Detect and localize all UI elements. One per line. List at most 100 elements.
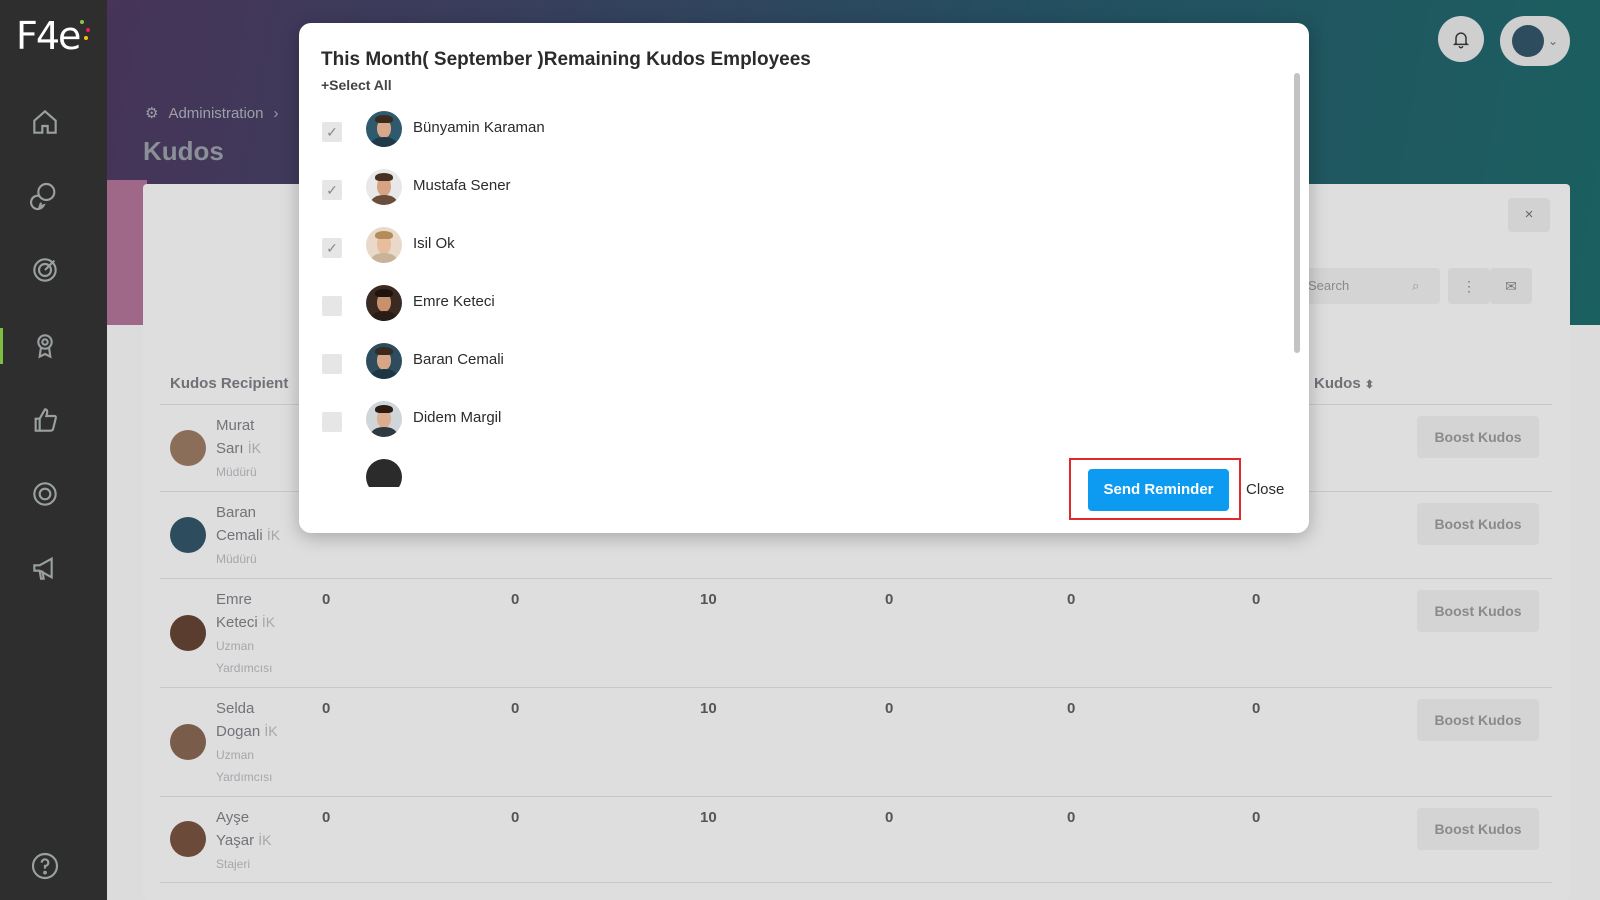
search-icon: ⌕ xyxy=(1412,278,1420,293)
divider xyxy=(160,882,1552,883)
boost-kudos-button[interactable]: Boost Kudos xyxy=(1417,808,1539,850)
nav-target-icon[interactable] xyxy=(27,252,63,288)
value-cell: 0 xyxy=(511,700,520,717)
search-placeholder: Search xyxy=(1308,278,1350,293)
value-cell: 10 xyxy=(700,700,717,717)
modal-title: This Month( September )Remaining Kudos E… xyxy=(321,49,811,70)
employee-name: Emre Keteci xyxy=(413,293,495,310)
value-cell: 0 xyxy=(1252,809,1261,826)
value-cell: 0 xyxy=(885,700,894,717)
table-row: Selda Dogan İK Uzman Yardımcısı 0 0 10 0 … xyxy=(160,688,1552,796)
boost-kudos-button[interactable]: Boost Kudos xyxy=(1417,590,1539,632)
boost-kudos-button[interactable]: Boost Kudos xyxy=(1417,416,1539,458)
nav-megaphone-icon[interactable] xyxy=(27,550,63,586)
more-options-icon[interactable]: ⋮ xyxy=(1448,268,1490,304)
value-cell: 0 xyxy=(1252,591,1261,608)
list-item[interactable]: Emre Keteci xyxy=(299,281,1279,331)
employee-checkbox[interactable]: ✓ xyxy=(322,238,342,258)
value-cell: 10 xyxy=(700,809,717,826)
value-cell: 0 xyxy=(511,809,520,826)
avatar xyxy=(170,517,206,553)
employee-name: Didem Margil xyxy=(413,409,502,426)
avatar xyxy=(366,111,402,147)
send-reminder-button[interactable]: Send Reminder xyxy=(1088,469,1229,511)
page-title: Kudos xyxy=(143,136,224,166)
value-cell: 0 xyxy=(322,591,331,608)
breadcrumb-administration[interactable]: Administration xyxy=(168,105,263,122)
list-item[interactable]: Didem Margil xyxy=(299,397,1279,447)
employee-checkbox[interactable] xyxy=(322,296,342,316)
recipient-role: Uzman Yardımcısı xyxy=(216,639,273,675)
avatar xyxy=(170,724,206,760)
list-item[interactable]: ✓ Mustafa Sener xyxy=(299,165,1279,215)
recipient-role: Müdürü xyxy=(216,552,257,566)
col-kudos-recipient[interactable]: Kudos Recipient xyxy=(170,375,288,392)
recipient-role: Uzman Yardımcısı xyxy=(216,748,273,784)
recipient-name: Selda Dogan İK xyxy=(216,700,278,740)
avatar xyxy=(366,459,402,487)
col-kudos[interactable]: Kudos ⬍ xyxy=(1314,375,1374,392)
recipient-role: Stajeri xyxy=(216,857,251,871)
recipient-name: Baran Cemali İK xyxy=(216,504,281,544)
card-close-button[interactable]: × xyxy=(1508,198,1550,232)
employee-checkbox[interactable] xyxy=(322,412,342,432)
nav-thumbs-up-icon[interactable] xyxy=(27,402,63,438)
nav-settings-icon[interactable] xyxy=(27,476,63,512)
employee-name: Isil Ok xyxy=(413,235,455,252)
avatar xyxy=(366,343,402,379)
value-cell: 0 xyxy=(322,809,331,826)
app-logo[interactable]: F4e xyxy=(16,14,81,58)
value-cell: 0 xyxy=(1067,809,1076,826)
avatar xyxy=(366,285,402,321)
list-item[interactable]: ✓ Bünyamin Karaman xyxy=(299,107,1279,157)
nav-kudos-icon[interactable] xyxy=(27,328,63,364)
avatar xyxy=(366,169,402,205)
boost-kudos-button[interactable]: Boost Kudos xyxy=(1417,503,1539,545)
recipient-name: Ayşe Yaşar İK xyxy=(216,809,272,849)
value-cell: 0 xyxy=(322,700,331,717)
avatar xyxy=(366,401,402,437)
remaining-kudos-modal: This Month( September )Remaining Kudos E… xyxy=(299,23,1309,533)
chevron-right-icon: › xyxy=(273,104,279,122)
avatar xyxy=(170,430,206,466)
notification-bell-icon[interactable] xyxy=(1438,16,1484,62)
value-cell: 0 xyxy=(1067,700,1076,717)
recipient-role: Müdürü xyxy=(216,465,257,479)
breadcrumb: ⚙ Administration › xyxy=(145,104,279,123)
search-input[interactable]: Search ⌕ xyxy=(1300,268,1440,304)
list-item[interactable]: Baran Cemali xyxy=(299,339,1279,389)
avatar xyxy=(170,615,206,651)
scrollbar[interactable] xyxy=(1294,73,1300,493)
col-kudos-label: Kudos xyxy=(1314,375,1361,392)
table-row: Ayşe Yaşar İK Stajeri 0 0 10 0 0 0 Boost … xyxy=(160,797,1552,883)
employee-checkbox[interactable]: ✓ xyxy=(322,122,342,142)
user-menu-button[interactable]: ⌄ xyxy=(1500,16,1570,66)
gear-icon: ⚙ xyxy=(145,105,159,122)
list-item[interactable]: ✓ Isil Ok xyxy=(299,223,1279,273)
nav-home-icon[interactable] xyxy=(27,104,63,140)
value-cell: 0 xyxy=(885,591,894,608)
banner-accent xyxy=(107,180,147,325)
avatar xyxy=(1512,25,1544,57)
nav-chat-icon[interactable] xyxy=(27,178,63,214)
employee-checkbox[interactable] xyxy=(322,354,342,374)
scrollbar-thumb[interactable] xyxy=(1294,73,1300,353)
boost-kudos-button[interactable]: Boost Kudos xyxy=(1417,699,1539,741)
employee-name: Mustafa Sener xyxy=(413,177,511,194)
mail-icon[interactable]: ✉ xyxy=(1490,268,1532,304)
select-all-link[interactable]: +Select All xyxy=(321,77,392,93)
employee-list: ✓ Bünyamin Karaman ✓ Mustafa Sener ✓ Isi… xyxy=(299,103,1299,487)
sort-icon: ⬍ xyxy=(1364,379,1375,391)
nav-active-indicator xyxy=(0,328,3,364)
value-cell: 0 xyxy=(1252,700,1261,717)
value-cell: 0 xyxy=(511,591,520,608)
recipient-name: Emre Keteci İK xyxy=(216,591,276,631)
nav-help-icon[interactable] xyxy=(27,848,63,884)
recipient-name: Murat Sarı İK xyxy=(216,417,261,457)
close-modal-button[interactable]: Close xyxy=(1246,481,1284,498)
employee-checkbox[interactable]: ✓ xyxy=(322,180,342,200)
value-cell: 10 xyxy=(700,591,717,608)
chevron-down-icon: ⌄ xyxy=(1548,34,1559,48)
table-row: Emre Keteci İK Uzman Yardımcısı 0 0 10 0 … xyxy=(160,579,1552,687)
value-cell: 0 xyxy=(1067,591,1076,608)
